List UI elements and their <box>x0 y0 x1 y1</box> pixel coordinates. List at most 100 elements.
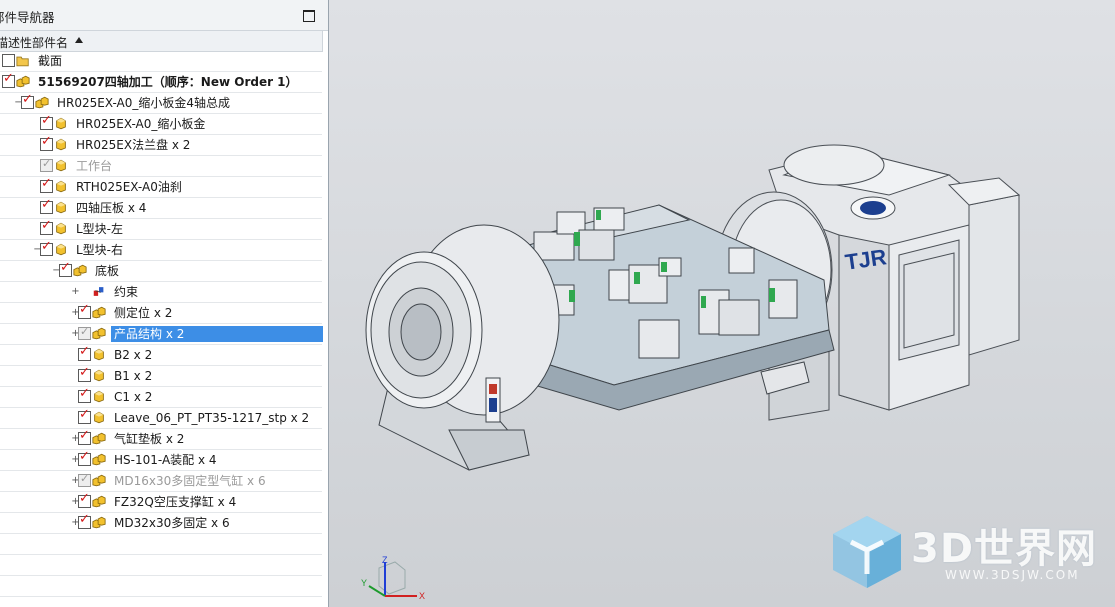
folder-icon <box>16 56 29 67</box>
side-label-red <box>489 384 497 394</box>
tree-row[interactable]: +HS-101-A装配 x 4 <box>0 449 322 471</box>
view-triad[interactable]: Z X Y <box>359 556 429 604</box>
part-icon <box>94 369 104 382</box>
left-trunnion <box>365 224 560 471</box>
empty-row <box>0 597 322 607</box>
visibility-checkbox[interactable] <box>59 260 72 277</box>
tree-item-label: 侧定位 x 2 <box>114 306 173 320</box>
tree-row[interactable]: +MD16x30多固定型气缸 x 6 <box>0 471 322 492</box>
visibility-checkbox[interactable] <box>78 365 91 382</box>
tree-row[interactable]: +气缸垫板 x 2 <box>0 428 322 450</box>
tree-row[interactable]: HR025EX-A0_缩小板金 <box>0 113 322 135</box>
assembly-icon <box>92 495 106 508</box>
assembly-icon <box>92 474 106 487</box>
visibility-checkbox[interactable] <box>2 71 15 88</box>
tree-row[interactable]: Leave_06_PT_PT35-1217_stp x 2 <box>0 407 322 429</box>
assembly-icon <box>92 306 106 319</box>
watermark-cube-icon <box>833 516 901 588</box>
graphics-viewport[interactable]: TJR Z X Y 3D世界网 WWW.3DSJW.COM <box>329 0 1115 607</box>
assembly-icon <box>92 327 106 340</box>
tree-row[interactable]: 工作台 <box>0 156 322 177</box>
tree-row[interactable]: 截面 <box>0 51 322 72</box>
tree-row[interactable]: −HR025EX-A0_缩小板金4轴总成 <box>0 92 322 114</box>
visibility-checkbox[interactable] <box>40 176 53 193</box>
visibility-checkbox[interactable] <box>40 134 53 151</box>
tree-item-label: RTH025EX-A0油刹 <box>76 180 182 194</box>
visibility-checkbox[interactable] <box>40 197 53 214</box>
tree-item-label: HS-101-A装配 x 4 <box>114 453 217 467</box>
part-icon <box>56 243 66 256</box>
tree-item-label: Leave_06_PT_PT35-1217_stp x 2 <box>114 411 310 425</box>
logo-badge-center <box>860 201 886 215</box>
visibility-checkbox[interactable] <box>40 239 53 256</box>
visibility-checkbox[interactable] <box>78 512 91 529</box>
tree-row[interactable]: + 约束 <box>0 282 322 303</box>
tree-row[interactable]: −底板 <box>0 260 322 282</box>
watermark-url: WWW.3DSJW.COM <box>945 568 1080 582</box>
y-axis-label: Y <box>361 578 367 588</box>
tree-item-label: 气缸垫板 x 2 <box>114 432 185 446</box>
visibility-checkbox[interactable] <box>78 344 91 361</box>
part-navigator-panel: 部件导航器 描述性部件名 截面 51569207四轴加工（顺序：New Order… <box>0 0 329 607</box>
tree-item-label: 产品结构 x 2 <box>111 326 323 342</box>
tree-row[interactable]: +FZ32Q空压支撑缸 x 4 <box>0 491 322 513</box>
constraint-icon <box>93 287 104 296</box>
tree-item-label: L型块-左 <box>76 222 124 236</box>
y-axis <box>368 585 386 597</box>
empty-row <box>0 555 322 576</box>
tree-item-label: 底板 <box>95 264 120 278</box>
tree-row[interactable]: −L型块-右 <box>0 239 322 261</box>
visibility-checkbox[interactable] <box>40 157 53 172</box>
visibility-checkbox[interactable] <box>78 428 91 445</box>
visibility-checkbox[interactable] <box>78 302 91 319</box>
tree-row[interactable]: 51569207四轴加工（顺序：New Order 1） <box>0 71 322 93</box>
tree-row[interactable]: +产品结构 x 2 <box>0 324 323 345</box>
column-header[interactable]: 描述性部件名 <box>0 31 323 52</box>
tree-item-label: L型块-右 <box>76 243 124 257</box>
visibility-checkbox[interactable] <box>21 92 34 109</box>
tree-item-label: MD32x30多固定 x 6 <box>114 516 230 530</box>
visibility-checkbox[interactable] <box>78 449 91 466</box>
triad-cube <box>378 561 406 595</box>
visibility-checkbox[interactable] <box>78 407 91 424</box>
tree-row[interactable]: C1 x 2 <box>0 386 322 408</box>
side-label-blue <box>489 398 497 412</box>
watermark: 3D世界网 WWW.3DSJW.COM <box>829 512 1099 592</box>
visibility-checkbox[interactable] <box>78 472 91 487</box>
tree-row[interactable]: 四轴压板 x 4 <box>0 197 322 219</box>
assembly-icon <box>35 96 49 109</box>
maximize-icon[interactable] <box>303 10 315 22</box>
tree-row[interactable]: +MD32x30多固定 x 6 <box>0 512 322 534</box>
navigator-title-bar: 部件导航器 <box>0 0 328 31</box>
tree-row[interactable]: HR025EX法兰盘 x 2 <box>0 134 322 156</box>
part-icon <box>94 411 104 424</box>
tree-item-label: 51569207四轴加工（顺序：New Order 1） <box>38 75 298 89</box>
part-icon <box>94 348 104 361</box>
visibility-checkbox[interactable] <box>40 113 53 130</box>
expand-toggle-icon[interactable]: + <box>71 287 80 297</box>
tree-row[interactable]: B2 x 2 <box>0 344 322 366</box>
tree-item-label: B1 x 2 <box>114 369 153 383</box>
visibility-checkbox[interactable] <box>78 386 91 403</box>
column-header-label: 描述性部件名 <box>0 36 69 50</box>
x-axis-label: X <box>419 591 425 601</box>
visibility-checkbox[interactable] <box>40 218 53 235</box>
navigator-title: 部件导航器 <box>0 10 55 25</box>
assembly-icon <box>92 432 106 445</box>
visibility-checkbox[interactable] <box>2 54 15 67</box>
part-icon <box>56 117 66 130</box>
tree-row[interactable]: B1 x 2 <box>0 365 322 387</box>
part-icon <box>56 138 66 151</box>
sort-ascending-icon[interactable] <box>75 37 83 43</box>
tree-item-label: HR025EX-A0_缩小板金 <box>76 117 206 131</box>
visibility-checkbox[interactable] <box>78 491 91 508</box>
tree-item-label: FZ32Q空压支撑缸 x 4 <box>114 495 237 509</box>
watermark-text: 3D世界网 <box>911 526 1098 572</box>
assembly-icon <box>92 453 106 466</box>
tree-row[interactable]: L型块-左 <box>0 218 322 240</box>
tree-row[interactable]: RTH025EX-A0油刹 <box>0 176 322 198</box>
part-icon <box>56 180 66 193</box>
visibility-checkbox[interactable] <box>78 325 91 340</box>
tree-row[interactable]: +侧定位 x 2 <box>0 302 322 324</box>
empty-row <box>0 576 322 597</box>
